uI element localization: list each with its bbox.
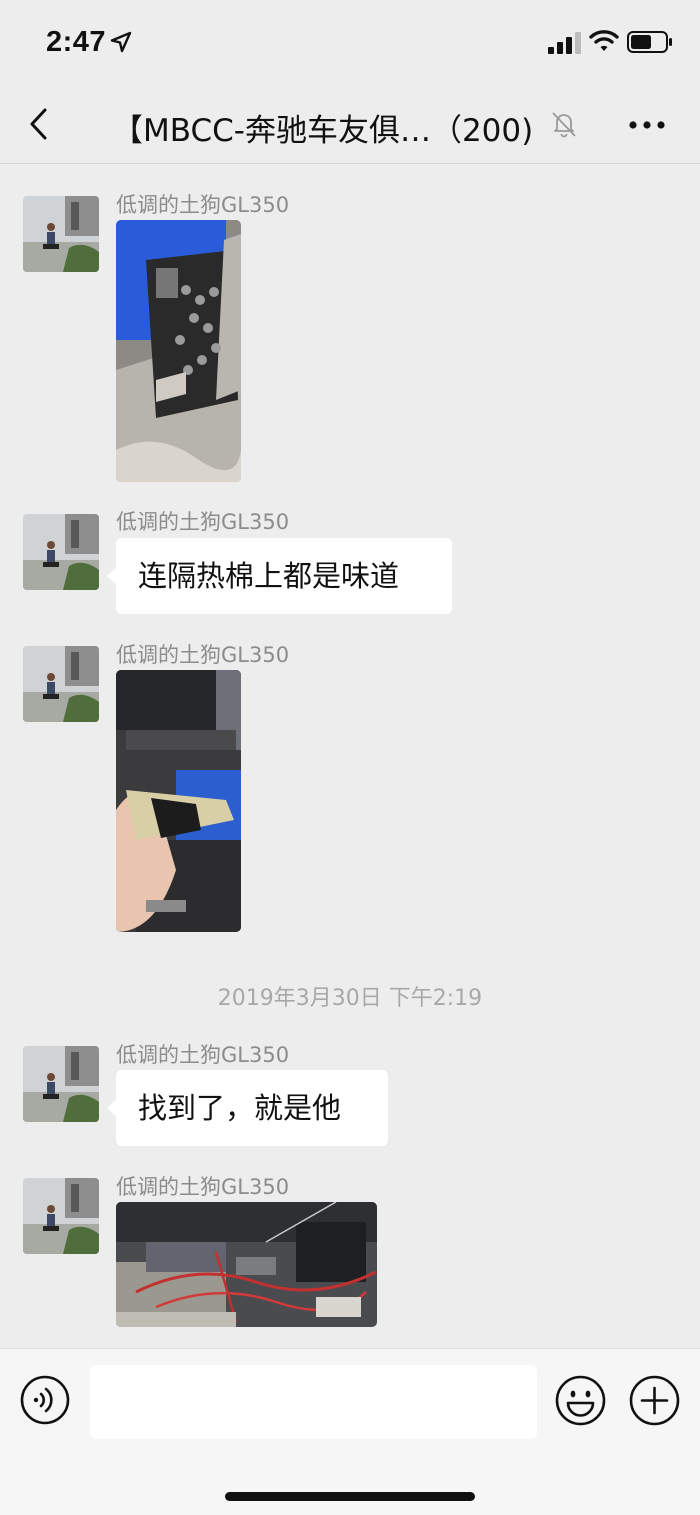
sender-name: 低调的土狗GL350 bbox=[116, 510, 290, 534]
more-dots-icon[interactable] bbox=[628, 120, 666, 130]
message-image[interactable] bbox=[116, 670, 241, 932]
status-bar: 2:47 bbox=[0, 0, 700, 84]
chat-timestamp: 2019年3月30日 下午2:19 bbox=[217, 986, 483, 1011]
avatar-photo bbox=[23, 1178, 99, 1254]
battery-icon bbox=[627, 31, 672, 53]
sender-name: 低调的土狗GL350 bbox=[116, 193, 290, 217]
wifi-icon bbox=[589, 30, 619, 51]
emoji-icon[interactable] bbox=[555, 1375, 606, 1426]
avatar-photo bbox=[23, 1046, 99, 1122]
sender-name: 低调的土狗GL350 bbox=[116, 1175, 290, 1199]
chat-header: 【MBCC-奔驰车友俱…（200) bbox=[0, 84, 700, 164]
sender-name: 低调的土狗GL350 bbox=[116, 643, 290, 667]
sender-name: 低调的土狗GL350 bbox=[116, 1043, 290, 1067]
status-time: 2:47 bbox=[46, 26, 107, 58]
avatar-photo bbox=[23, 514, 99, 590]
chat-input-bar bbox=[0, 1348, 700, 1515]
sender-avatar[interactable] bbox=[23, 1178, 99, 1254]
message-image[interactable] bbox=[116, 220, 241, 482]
message-bubble[interactable]: 找到了，就是他 bbox=[107, 1070, 388, 1146]
chat-title[interactable]: 【MBCC-奔驰车友俱…（200) bbox=[112, 105, 552, 145]
home-indicator[interactable] bbox=[225, 1492, 475, 1501]
sender-avatar[interactable] bbox=[23, 1046, 99, 1122]
sender-avatar[interactable] bbox=[23, 646, 99, 722]
muted-bell-icon bbox=[552, 112, 576, 138]
location-arrow-icon bbox=[110, 31, 132, 53]
message-bubble[interactable]: 连隔热棉上都是味道 bbox=[107, 538, 452, 614]
wiring-photo bbox=[116, 1202, 377, 1327]
sender-avatar[interactable] bbox=[23, 196, 99, 272]
voice-icon[interactable] bbox=[20, 1375, 70, 1425]
back-chevron-icon[interactable] bbox=[26, 106, 54, 142]
message-input[interactable] bbox=[90, 1365, 537, 1439]
panel-photo bbox=[116, 220, 241, 482]
avatar-photo bbox=[23, 196, 99, 272]
sender-avatar[interactable] bbox=[23, 514, 99, 590]
insulation-photo bbox=[116, 670, 241, 932]
cellular-signal-icon bbox=[548, 32, 581, 54]
avatar-photo bbox=[23, 646, 99, 722]
message-image[interactable] bbox=[116, 1202, 377, 1327]
plus-icon[interactable] bbox=[629, 1375, 680, 1426]
